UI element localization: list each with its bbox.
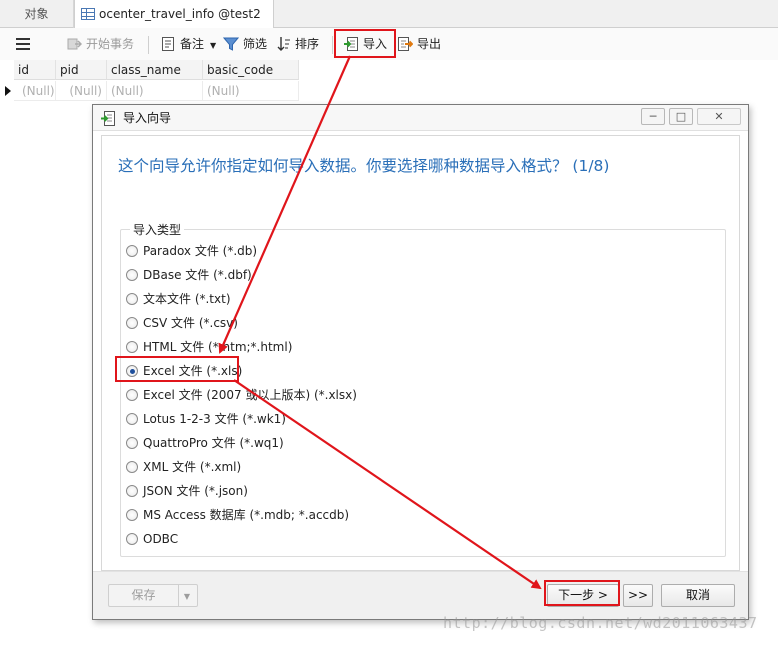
radio-icon[interactable] — [126, 317, 138, 329]
option-label: Lotus 1-2-3 文件 (*.wk1) — [143, 412, 286, 426]
option-lotus[interactable]: Lotus 1-2-3 文件 (*.wk1) — [126, 410, 286, 428]
dropdown-arrow-icon[interactable]: ▼ — [179, 586, 195, 607]
option-label: CSV 文件 (*.csv) — [143, 316, 238, 330]
column-header-class-name[interactable]: class_name — [107, 60, 203, 80]
export-icon — [397, 36, 414, 52]
toolbar-divider — [332, 36, 333, 54]
filter-icon — [222, 36, 240, 52]
option-label: MS Access 数据库 (*.mdb; *.accdb) — [143, 508, 350, 522]
option-paradox[interactable]: Paradox 文件 (*.db) — [126, 242, 257, 260]
option-json[interactable]: JSON 文件 (*.json) — [126, 482, 248, 500]
cancel-button[interactable]: 取消 — [661, 584, 735, 607]
export-label: 导出 — [417, 37, 442, 51]
maximize-icon[interactable]: □ — [669, 108, 693, 125]
dialog-titlebar[interactable]: 导入向导 ─ □ ✕ — [93, 105, 748, 131]
radio-icon[interactable] — [126, 461, 138, 473]
memo-label: 备注 — [180, 37, 205, 51]
option-label: JSON 文件 (*.json) — [143, 484, 248, 498]
filter-button[interactable]: 筛选 — [222, 33, 268, 55]
sort-button[interactable]: 排序 — [277, 33, 319, 55]
option-label: QuattroPro 文件 (*.wq1) — [143, 436, 284, 450]
column-header-pid[interactable]: pid — [56, 60, 107, 80]
watermark: http://blog.csdn.net/wd2011063437 — [443, 614, 758, 632]
begin-transaction-label: 开始事务 — [86, 37, 135, 51]
minimize-icon[interactable]: ─ — [641, 108, 665, 125]
option-csv[interactable]: CSV 文件 (*.csv) — [126, 314, 238, 332]
dialog-title: 导入向导 — [123, 111, 172, 125]
table-icon — [81, 8, 95, 20]
option-xml[interactable]: XML 文件 (*.xml) — [126, 458, 241, 476]
radio-icon[interactable] — [126, 533, 138, 545]
wizard-heading: 这个向导允许你指定如何导入数据。你要选择哪种数据导入格式？ (1/8) — [118, 157, 610, 175]
close-icon[interactable]: ✕ — [697, 108, 741, 125]
option-ms-access[interactable]: MS Access 数据库 (*.mdb; *.accdb) — [126, 506, 349, 524]
sort-icon — [277, 36, 291, 52]
toolbar-divider — [148, 36, 149, 54]
filter-label: 筛选 — [243, 37, 268, 51]
radio-icon[interactable] — [126, 413, 138, 425]
radio-icon[interactable] — [126, 509, 138, 521]
transaction-icon — [66, 36, 83, 52]
memo-button[interactable]: 备注 ▼ — [160, 33, 216, 55]
dialog-footer: 保存 ▼ 下一步 > >> 取消 — [93, 571, 748, 619]
menu-icon[interactable] — [16, 38, 30, 50]
table-cell[interactable]: (Null) — [203, 81, 299, 101]
next-button-highlight-box — [544, 580, 620, 606]
radio-icon[interactable] — [126, 485, 138, 497]
table-cell[interactable]: (Null) — [107, 81, 203, 101]
option-odbc[interactable]: ODBC — [126, 530, 178, 548]
excel-option-highlight-box — [115, 356, 239, 382]
option-label: HTML 文件 (*.htm;*.html) — [143, 340, 293, 354]
tab-bar: 对象 ocenter_travel_info @test2 (l... — [0, 0, 778, 49]
import-wizard-icon — [101, 111, 115, 126]
option-label: Excel 文件 (2007 或以上版本) (*.xlsx) — [143, 388, 357, 402]
option-label: 文本文件 (*.txt) — [143, 292, 231, 306]
wizard-page: 这个向导允许你指定如何导入数据。你要选择哪种数据导入格式？ (1/8) 导入类型… — [101, 135, 740, 571]
option-quattropro[interactable]: QuattroPro 文件 (*.wq1) — [126, 434, 284, 452]
radio-icon[interactable] — [126, 269, 138, 281]
option-excel-xlsx[interactable]: Excel 文件 (2007 或以上版本) (*.xlsx) — [126, 386, 357, 404]
column-header-id[interactable]: id — [14, 60, 56, 80]
option-label: XML 文件 (*.xml) — [143, 460, 242, 474]
radio-icon[interactable] — [126, 341, 138, 353]
column-header-basic-code[interactable]: basic_code — [203, 60, 299, 80]
radio-icon[interactable] — [126, 245, 138, 257]
current-row-indicator-icon — [5, 86, 11, 96]
save-button[interactable]: 保存 ▼ — [108, 584, 198, 607]
table-cell[interactable]: (Null) — [56, 81, 107, 101]
memo-icon — [160, 36, 176, 52]
radio-icon[interactable] — [126, 389, 138, 401]
option-label: DBase 文件 (*.dbf) — [143, 268, 252, 282]
tab-table[interactable]: ocenter_travel_info @test2 (l... — [74, 0, 274, 49]
last-page-button[interactable]: >> — [623, 584, 653, 607]
option-text[interactable]: 文本文件 (*.txt) — [126, 290, 231, 308]
import-type-label: 导入类型 — [130, 221, 185, 238]
import-highlight-box — [334, 29, 396, 58]
tab-objects[interactable]: 对象 — [0, 0, 74, 28]
option-label: ODBC — [143, 532, 179, 546]
radio-icon[interactable] — [126, 437, 138, 449]
radio-icon[interactable] — [126, 293, 138, 305]
option-dbase[interactable]: DBase 文件 (*.dbf) — [126, 266, 252, 284]
option-label: Paradox 文件 (*.db) — [143, 244, 258, 258]
sort-label: 排序 — [295, 37, 320, 51]
dropdown-arrow-icon[interactable]: ▼ — [210, 41, 216, 50]
begin-transaction-button[interactable]: 开始事务 — [66, 33, 134, 55]
export-button[interactable]: 导出 — [397, 33, 441, 55]
option-html[interactable]: HTML 文件 (*.htm;*.html) — [126, 338, 292, 356]
save-button-label: 保存 — [109, 585, 179, 606]
table-cell[interactable]: (Null) — [14, 81, 56, 101]
